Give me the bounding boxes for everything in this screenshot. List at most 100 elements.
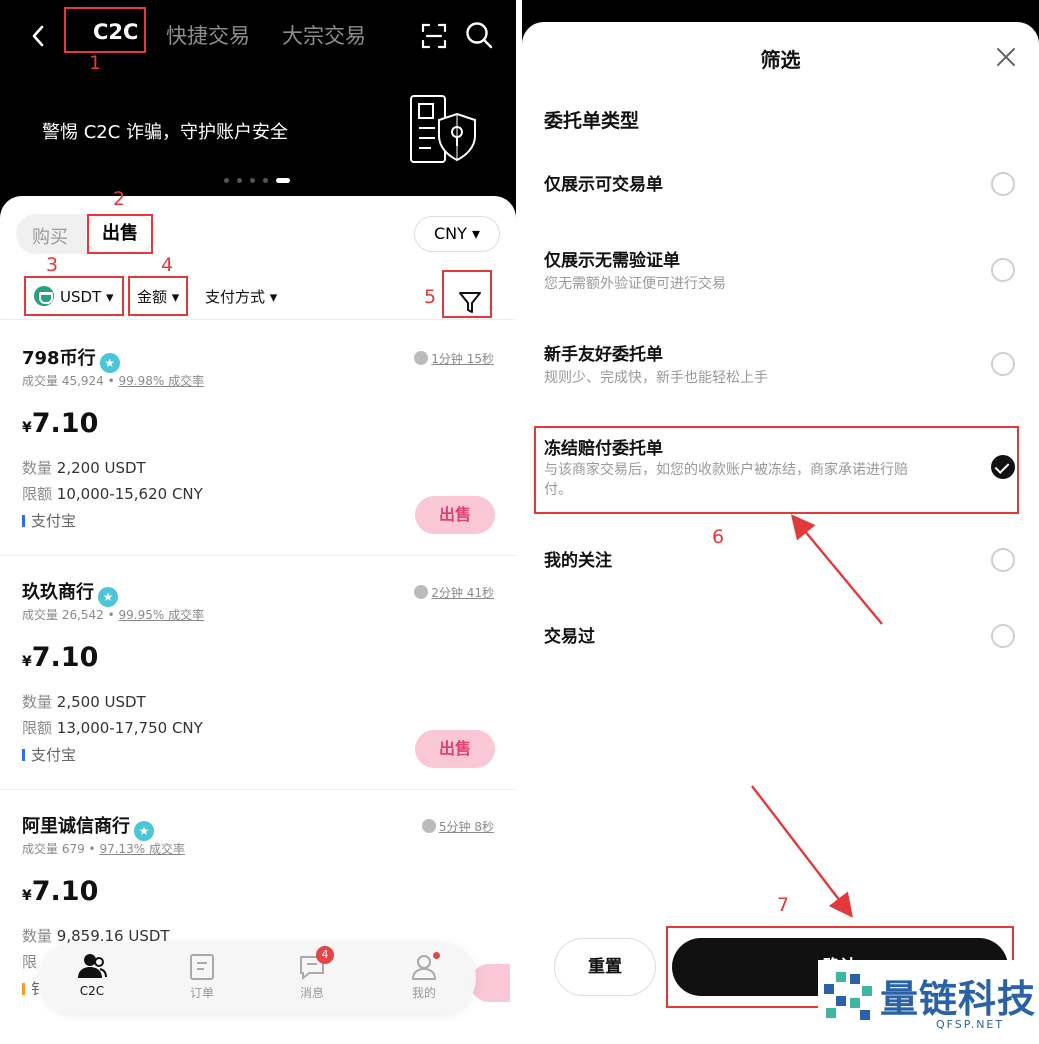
modal-title: 筛选 (760, 48, 801, 72)
option-title: 新手友好委托单 (544, 345, 663, 365)
option-desc: 规则少、完成快，新手也能轻松上手 (544, 370, 768, 386)
nav-messages[interactable]: 消息 4 (282, 946, 342, 1001)
pager-dot[interactable] (263, 178, 268, 183)
clock-icon (414, 585, 429, 599)
merchant-name[interactable]: 798币行 ★ (22, 344, 120, 373)
merchant-name[interactable]: 玖玖商行 ★ (22, 578, 118, 607)
section-title: 委托单类型 (544, 110, 640, 132)
price-value: 7.10 (31, 876, 99, 907)
annotation-number-2: 2 (113, 188, 126, 210)
sell-button[interactable]: 出售 (415, 730, 495, 768)
price-value: 7.10 (31, 408, 99, 439)
time-text: 2分钟 41秒 (431, 586, 494, 600)
merchant-name-text: 玖玖商行 (22, 582, 94, 603)
banner-pager[interactable] (224, 178, 290, 183)
search-icon[interactable] (464, 20, 494, 50)
annotation-number-6: 6 (712, 526, 725, 548)
nav-orders[interactable]: 订单 (172, 952, 232, 1001)
users-icon (78, 954, 107, 978)
fiat-currency-select[interactable]: CNY ▾ (414, 216, 500, 252)
filter-modal: 筛选 委托单类型 仅展示可交易单 仅展示无需验证单 您无需额外验证便可进行交易 … (522, 22, 1039, 1044)
nav-label: 消息 (299, 986, 324, 1000)
option-no-verification[interactable]: 仅展示无需验证单 您无需额外验证便可进行交易 (522, 246, 1039, 306)
qty-value: 2,200 USDT (56, 459, 146, 477)
option-radio[interactable] (991, 624, 1015, 648)
payment-text: 支付宝 (31, 512, 77, 530)
qty-value: 2,500 USDT (56, 693, 146, 711)
option-radio[interactable] (991, 172, 1015, 196)
back-icon[interactable] (26, 22, 50, 50)
buy-tab[interactable]: 购买 (32, 223, 68, 249)
qty-label: 数量 (22, 459, 53, 477)
option-tradable-only[interactable]: 仅展示可交易单 (522, 170, 1039, 230)
price: ¥7.10 (22, 408, 98, 439)
avg-release-time: 2分钟 41秒 (414, 584, 494, 601)
option-newbie-friendly[interactable]: 新手友好委托单 规则少、完成快，新手也能轻松上手 (522, 340, 1039, 400)
merchant-stats: 成交量 45,924 • 99.98% 成交率 (22, 374, 205, 388)
option-radio[interactable] (991, 548, 1015, 572)
close-icon[interactable] (995, 46, 1017, 68)
merchant-stats: 成交量 679 • 97.13% 成交率 (22, 842, 186, 856)
payment-filter[interactable]: 支付方式 ▾ (205, 286, 277, 307)
watermark-site: QFSP.NET (936, 1018, 1005, 1031)
merchant-name-text: 798币行 (22, 348, 96, 369)
option-desc: 您无需额外验证便可进行交易 (544, 276, 726, 292)
screenshot-root: C2C 快捷交易 大宗交易 警惕 C2C 诈骗，守护账户安全 购买 出售 CNY… (0, 0, 1039, 1044)
annotation-box-3 (24, 276, 124, 316)
nav-profile[interactable]: 我的 (394, 952, 454, 1001)
clock-icon (421, 819, 436, 833)
option-title: 仅展示无需验证单 (544, 251, 680, 271)
option-title: 交易过 (544, 627, 595, 647)
clock-icon (414, 351, 429, 365)
annotation-box-4 (128, 276, 188, 316)
reset-button[interactable]: 重置 (554, 938, 656, 996)
currency-sign: ¥ (22, 654, 32, 670)
limit-label: 限 (22, 953, 38, 971)
watermark: 量链科技 QFSP.NET (818, 960, 1039, 1044)
annotation-number-4: 4 (161, 254, 174, 276)
pager-dot[interactable] (250, 178, 255, 183)
pager-dot[interactable] (237, 178, 242, 183)
pager-dot[interactable] (224, 178, 229, 183)
tab-block-trade[interactable]: 大宗交易 (282, 20, 366, 50)
option-title: 仅展示可交易单 (544, 175, 663, 195)
tab-quick-trade[interactable]: 快捷交易 (166, 20, 250, 50)
time-text: 5分钟 8秒 (438, 820, 494, 834)
completion-rate: 97.13% 成交率 (99, 842, 186, 856)
option-following[interactable]: 我的关注 (522, 546, 1039, 586)
scan-icon[interactable] (420, 22, 448, 50)
banner-text[interactable]: 警惕 C2C 诈骗，守护账户安全 (42, 118, 288, 144)
verified-star-icon: ★ (98, 587, 118, 607)
ad-list-sheet: 购买 出售 CNY ▾ USDT ▾ 金额 ▾ 支付方式 ▾ 798币行 ★ 1… (0, 196, 516, 1044)
completion-rate: 99.95% 成交率 (118, 608, 205, 622)
limit: 限 (22, 951, 37, 972)
option-radio[interactable] (991, 258, 1015, 282)
limit-value: 10,000-15,620 CNY (56, 485, 203, 503)
ad-card[interactable]: 玖玖商行 ★ 2分钟 41秒 成交量 26,542 • 99.95% 成交率 ¥7… (0, 556, 516, 790)
filter-screen: 筛选 委托单类型 仅展示可交易单 仅展示无需验证单 您无需额外验证便可进行交易 … (522, 0, 1039, 1044)
pager-dot-active[interactable] (276, 178, 290, 183)
price-value: 7.10 (31, 642, 99, 673)
ad-card[interactable]: 798币行 ★ 1分钟 15秒 成交量 45,924 • 99.98% 成交率 ¥… (0, 322, 516, 556)
annotation-box-6 (534, 426, 1019, 514)
volume-text: 成交量 45,924 (22, 374, 104, 388)
notification-dot (433, 952, 440, 959)
bottom-nav: C2C 订单 消息 4 我的 (40, 942, 476, 1014)
sell-button[interactable]: 出售 (415, 496, 495, 534)
annotation-box-1 (64, 7, 146, 53)
c2c-screen: C2C 快捷交易 大宗交易 警惕 C2C 诈骗，守护账户安全 购买 出售 CNY… (0, 0, 516, 1044)
verified-star-icon: ★ (99, 353, 120, 373)
nav-label: 订单 (189, 986, 214, 1000)
nav-c2c[interactable]: C2C (62, 952, 122, 998)
sell-button-partial[interactable] (470, 964, 510, 1002)
security-shield-icon (405, 92, 485, 168)
annotation-number-5: 5 (424, 286, 437, 308)
currency-sign: ¥ (22, 420, 32, 436)
payment-method: 支付宝 (22, 510, 76, 531)
annotation-box-5 (442, 270, 492, 318)
option-traded-before[interactable]: 交易过 (522, 622, 1039, 662)
merchant-stats: 成交量 26,542 • 99.95% 成交率 (22, 608, 205, 622)
merchant-name-text: 阿里诚信商行 (22, 816, 130, 837)
merchant-name[interactable]: 阿里诚信商行 ★ (22, 812, 154, 841)
option-radio[interactable] (991, 352, 1015, 376)
